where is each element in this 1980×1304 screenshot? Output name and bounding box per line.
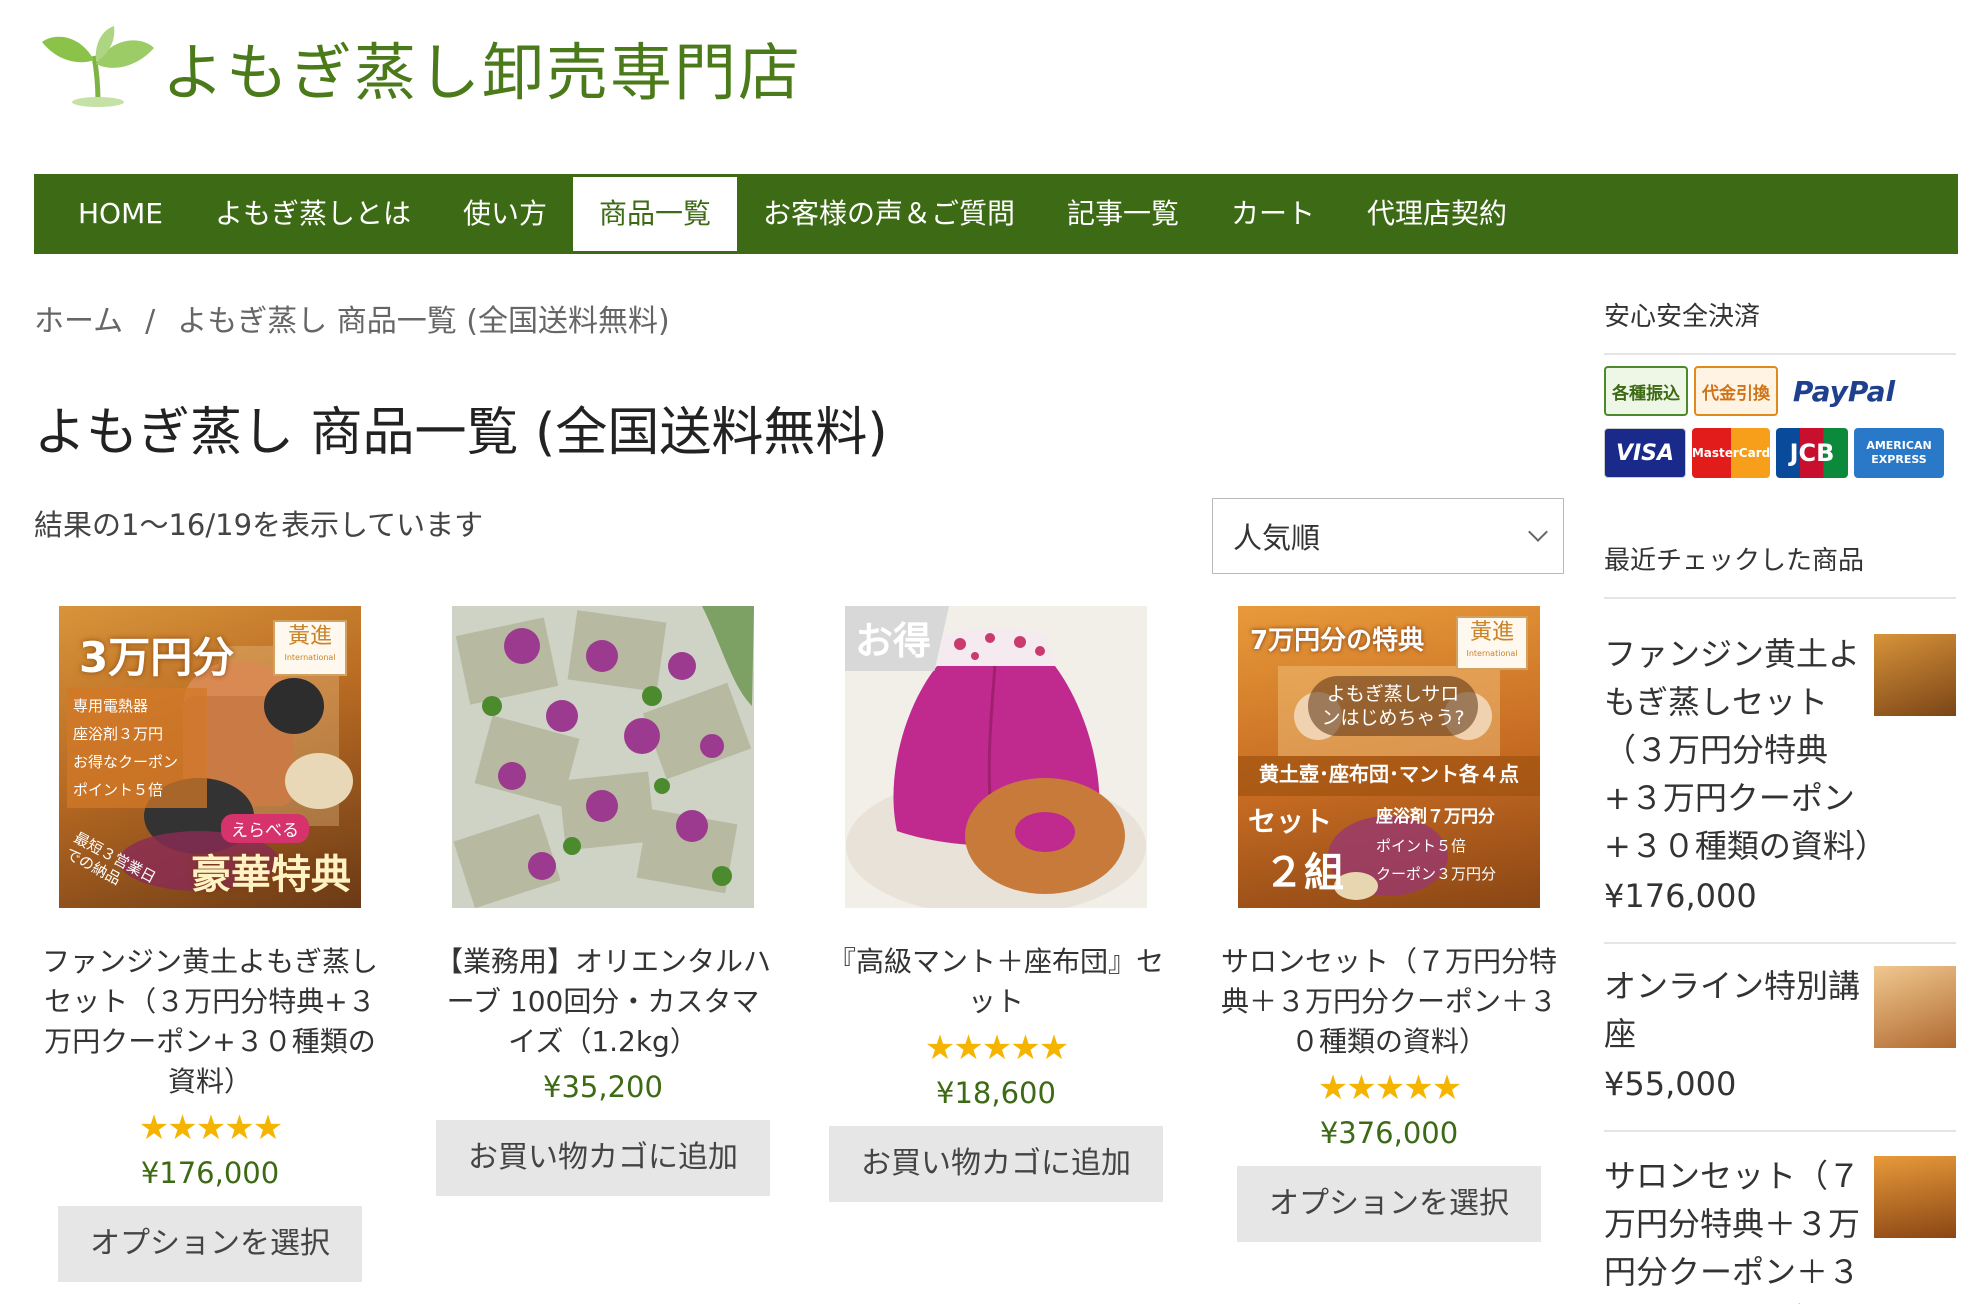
- promo-band: 黄土壺･座布団･マント各４点: [1259, 762, 1519, 786]
- nav-about[interactable]: よもぎ蒸しとは: [189, 177, 437, 251]
- sort-select[interactable]: 人気順: [1212, 498, 1564, 574]
- select-options-button[interactable]: オプションを選択: [58, 1206, 362, 1282]
- product-card: 7万円分の特典 黃進 International よもぎ蒸しサロンはじめちゃう?…: [1219, 606, 1559, 1242]
- main-nav: HOME よもぎ蒸しとは 使い方 商品一覧 お客様の声＆ご質問 記事一覧 カート…: [34, 174, 1958, 254]
- breadcrumb: ホーム / よもぎ蒸し 商品一覧 (全国送料無料): [34, 296, 670, 340]
- product-card: 3万円分 黃進 International 専用電熱器 座浴剤３万円 お得なクー…: [40, 606, 380, 1282]
- select-options-button[interactable]: オプションを選択: [1237, 1166, 1541, 1242]
- set-label: セット: [1248, 805, 1333, 838]
- feature-line: ポイント５倍: [1376, 837, 1467, 855]
- recent-item-thumbnail[interactable]: [1874, 1156, 1956, 1238]
- recent-item-price: ¥176,000: [1604, 877, 1757, 915]
- page-title: よもぎ蒸し 商品一覧 (全国送料無料): [34, 403, 888, 463]
- payment-methods-row: 各種振込 代金引換 PayPal: [1604, 366, 1904, 416]
- set-count: ２組: [1264, 850, 1344, 896]
- nav-agency[interactable]: 代理店契約: [1341, 177, 1533, 251]
- product-image[interactable]: お得: [845, 606, 1147, 908]
- product-image[interactable]: 3万円分 黃進 International 専用電熱器 座浴剤３万円 お得なクー…: [59, 606, 361, 908]
- product-card: 【業務用】オリエンタルハーブ 100回分・カスタマイズ（1.2kg） ¥35,2…: [433, 606, 773, 1196]
- product-name[interactable]: 『高級マント＋座布団』セット: [826, 942, 1166, 1022]
- rating-stars: ★★★★★: [138, 1108, 283, 1148]
- promo-badge: 3万円分: [79, 633, 235, 682]
- product-name[interactable]: サロンセット（７万円分特典＋３万円分クーポン＋３０種類の資料）: [1219, 942, 1559, 1062]
- nav-home[interactable]: HOME: [52, 177, 189, 251]
- feature-line: ポイント５倍: [73, 781, 164, 799]
- chevron-down-icon: [1528, 522, 1548, 542]
- product-image-art: [452, 606, 754, 908]
- breadcrumb-home[interactable]: ホーム: [34, 304, 123, 339]
- amex-logo: AMERICAN EXPRESS: [1854, 428, 1944, 478]
- breadcrumb-current: よもぎ蒸し 商品一覧 (全国送料無料): [177, 304, 670, 339]
- bank-transfer-badge: 各種振込: [1604, 366, 1688, 416]
- product-price: ¥376,000: [1319, 1116, 1459, 1150]
- brand-sub: International: [1466, 649, 1518, 658]
- paypal-logo: PayPal: [1792, 374, 1896, 408]
- recent-item-thumbnail[interactable]: [1874, 966, 1956, 1048]
- product-name[interactable]: 【業務用】オリエンタルハーブ 100回分・カスタマイズ（1.2kg）: [433, 942, 773, 1062]
- mastercard-logo: MasterCard: [1692, 428, 1770, 478]
- feature-line: 座浴剤７万円分: [1376, 807, 1495, 827]
- brand-sub: International: [284, 653, 336, 662]
- cash-on-delivery-badge: 代金引換: [1694, 366, 1778, 416]
- feature-list: 専用電熱器 座浴剤３万円 お得なクーポン ポイント５倍: [67, 688, 207, 808]
- sort-selected-value: 人気順: [1233, 521, 1321, 555]
- result-count: 結果の1〜16/19を表示しています: [34, 508, 484, 542]
- promo-headline: 豪華特典: [191, 852, 351, 898]
- recent-item-name[interactable]: ファンジン黄土よもぎ蒸しセット（３万円分特典+３万円クーポン+３０種類の資料）: [1604, 630, 1887, 870]
- promo-badge: 7万円分の特典: [1250, 626, 1425, 656]
- recent-item-name[interactable]: サロンセット（７万円分特典＋３万円分クーポン＋３０種類の資料）: [1604, 1152, 1872, 1304]
- feature-list: 座浴剤７万円分 ポイント５倍 クーポン３万円分: [1376, 802, 1536, 888]
- recent-item[interactable]: サロンセット（７万円分特典＋３万円分クーポン＋３０種類の資料）: [1604, 1152, 1956, 1304]
- leaf-logo-icon: [42, 26, 154, 107]
- promo-bubble: よもぎ蒸しサロンはじめちゃう?: [1308, 676, 1478, 736]
- feature-line: お得なクーポン: [73, 753, 179, 771]
- promo-tag: えらべる: [221, 814, 309, 843]
- product-price: ¥176,000: [140, 1156, 280, 1190]
- add-to-cart-button[interactable]: お買い物カゴに追加: [829, 1126, 1163, 1202]
- brand-name: 黃進: [287, 624, 332, 649]
- product-price: ¥35,200: [543, 1070, 663, 1104]
- jcb-logo: JCB: [1776, 428, 1848, 478]
- site-title: よもぎ蒸し卸売専門店: [162, 36, 803, 109]
- recent-item-thumbnail[interactable]: [1874, 634, 1956, 716]
- nav-products[interactable]: 商品一覧: [572, 177, 737, 251]
- rating-stars: ★★★★★: [924, 1028, 1069, 1068]
- recent-item-name[interactable]: オンライン特別講座: [1604, 962, 1872, 1058]
- product-price: ¥18,600: [936, 1076, 1056, 1110]
- nav-usage[interactable]: 使い方: [437, 177, 573, 251]
- brand-mark: 黃進 International: [273, 620, 347, 676]
- rating-stars: ★★★★★: [1317, 1068, 1462, 1108]
- recent-item[interactable]: オンライン特別講座 ¥55,000: [1604, 962, 1956, 1132]
- brand-mark: 黃進 International: [1456, 616, 1528, 670]
- nav-reviews[interactable]: お客様の声＆ご質問: [737, 177, 1041, 251]
- nav-articles[interactable]: 記事一覧: [1041, 177, 1205, 251]
- product-image[interactable]: [452, 606, 754, 908]
- product-name[interactable]: ファンジン黄土よもぎ蒸しセット（３万円分特典+３万円クーポン+３０種類の資料）: [40, 942, 380, 1102]
- card-brands-row: VISA MasterCard JCB AMERICAN EXPRESS: [1604, 428, 1944, 478]
- feature-line: 専用電熱器: [73, 697, 149, 715]
- feature-line: クーポン３万円分: [1376, 865, 1497, 883]
- recent-heading: 最近チェックした商品: [1604, 540, 1956, 599]
- breadcrumb-separator: /: [145, 304, 156, 339]
- recent-item[interactable]: ファンジン黄土よもぎ蒸しセット（３万円分特典+３万円クーポン+３０種類の資料） …: [1604, 630, 1956, 944]
- promo-badge: お得: [845, 606, 950, 671]
- nav-cart[interactable]: カート: [1205, 177, 1341, 251]
- product-image[interactable]: 7万円分の特典 黃進 International よもぎ蒸しサロンはじめちゃう?…: [1238, 606, 1540, 908]
- brand-name: 黃進: [1469, 620, 1514, 645]
- recent-item-price: ¥55,000: [1604, 1065, 1737, 1103]
- visa-logo: VISA: [1604, 428, 1686, 478]
- feature-line: 座浴剤３万円: [73, 725, 164, 743]
- payment-heading: 安心安全決済: [1604, 296, 1956, 355]
- product-card: お得 『高級マント＋座布団』セット ★★★★★ ¥18,600 お買い物カゴに追…: [826, 606, 1166, 1202]
- site-logo[interactable]: よもぎ蒸し卸売専門店: [38, 18, 802, 112]
- add-to-cart-button[interactable]: お買い物カゴに追加: [436, 1120, 770, 1196]
